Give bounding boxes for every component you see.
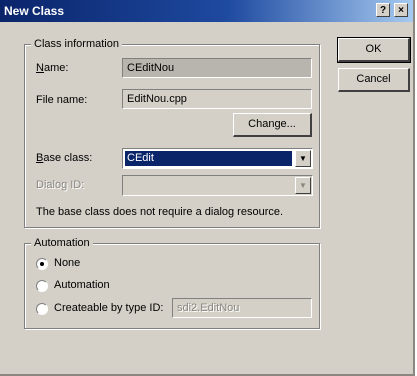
radio-none-label[interactable]: None xyxy=(54,257,80,269)
window-title: New Class xyxy=(4,4,65,18)
base-class-value: CEdit xyxy=(125,151,292,166)
title-bar[interactable]: New Class ? × xyxy=(0,0,413,22)
base-class-note: The base class does not require a dialog… xyxy=(36,206,284,218)
radio-none[interactable] xyxy=(36,258,48,270)
base-class-dropdown[interactable]: CEdit ▼ xyxy=(122,148,313,169)
dialog-id-label: Dialog ID: xyxy=(36,179,85,191)
name-label: Name: xyxy=(36,62,69,74)
automation-label: Automation xyxy=(31,237,93,249)
base-class-label: Base class: xyxy=(36,152,93,164)
radio-createable[interactable] xyxy=(36,303,48,315)
dropdown-arrow-icon[interactable]: ▼ xyxy=(295,150,311,167)
radio-createable-label[interactable]: Createable by type ID: xyxy=(54,302,163,314)
radio-automation-label[interactable]: Automation xyxy=(54,279,110,291)
dropdown-arrow-icon: ▼ xyxy=(295,177,311,194)
dialog-id-dropdown: ▼ xyxy=(122,175,313,196)
change-button[interactable]: Change... xyxy=(233,113,312,137)
name-field[interactable]: CEditNou xyxy=(122,58,312,78)
close-icon[interactable]: × xyxy=(394,3,408,17)
dialog-id-value xyxy=(125,178,292,193)
radio-selected-dot xyxy=(40,262,44,266)
new-class-dialog: New Class ? × Class information Name: CE… xyxy=(0,0,415,376)
radio-automation[interactable] xyxy=(36,280,48,292)
help-icon[interactable]: ? xyxy=(376,3,390,17)
class-information-label: Class information xyxy=(31,38,122,50)
type-id-field: sdi2.EditNou xyxy=(172,298,312,318)
cancel-button[interactable]: Cancel xyxy=(338,68,410,92)
file-name-field: EditNou.cpp xyxy=(122,89,312,109)
ok-button[interactable]: OK xyxy=(337,37,411,63)
file-name-label: File name: xyxy=(36,94,88,106)
